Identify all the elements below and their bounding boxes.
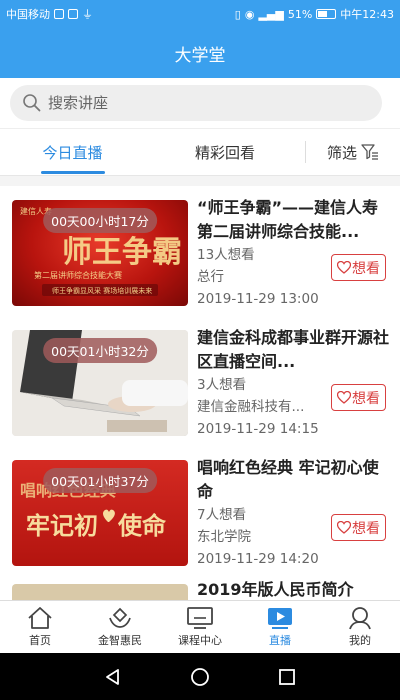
svg-text:第二届讲师综合技能大赛: 第二届讲师综合技能大赛 — [34, 270, 122, 280]
course-thumbnail[interactable]: 建信人寿 师王争霸 第二届讲师综合技能大赛 师王争霸显风采 赛场培训展未来 00… — [12, 200, 188, 306]
svg-text:使命: 使命 — [117, 511, 167, 540]
course-title: 2019年版人民币简介 — [197, 580, 354, 599]
course-item[interactable]: 唱响红色经典 牢记初 使命 00天01小时37分 唱响红色经典 牢记初心使命 7… — [0, 446, 400, 576]
course-info: 建信金科成都事业群开源社区直播空间... 3人想看 建信金融科技有... 201… — [197, 326, 389, 440]
tab-label: 今日直播 — [42, 143, 103, 162]
heart-icon — [337, 261, 351, 274]
tabbar-label: 首页 — [29, 634, 51, 647]
countdown-badge: 00天01小时37分 — [43, 468, 157, 493]
search-box[interactable] — [10, 85, 382, 121]
course-org: 东北学院 — [197, 529, 251, 545]
heart-icon — [337, 521, 351, 534]
clock: 中午12:43 — [340, 8, 394, 21]
search-icon — [23, 94, 41, 112]
tab-today-live[interactable]: 今日直播 — [0, 128, 145, 176]
section-gap — [0, 176, 400, 186]
course-info: 2019年版人民币简介 — [197, 578, 389, 600]
battery-icon — [316, 9, 337, 19]
status-bar: 中国移动 ⏚ ▯ ◉ ▂▄▆ 51% 中午12:43 — [0, 0, 400, 28]
page-title: 大学堂 — [174, 45, 226, 66]
course-org: 建信金融科技有... — [197, 399, 305, 415]
filter-button[interactable]: 筛选 — [306, 142, 400, 163]
course-item[interactable]: 00天01小时32分 建信金科成都事业群开源社区直播空间... 3人想看 建信金… — [0, 316, 400, 446]
want-to-watch-button[interactable]: 想看 — [331, 384, 386, 411]
course-info: 唱响红色经典 牢记初心使命 7人想看 东北学院 2019-11-29 14:20 — [197, 456, 389, 570]
shield-icon — [68, 9, 78, 19]
filter-label: 筛选 — [326, 143, 357, 162]
tab-bar: 今日直播 精彩回看 筛选 — [0, 128, 400, 176]
course-info: “师王争霸”——建信人寿第二届讲师综合技能... 13人想看 总行 2019-1… — [197, 196, 389, 310]
want-label: 想看 — [352, 390, 380, 407]
recent-apps-icon[interactable] — [277, 667, 297, 687]
filter-icon — [361, 144, 378, 160]
home-icon — [28, 607, 52, 629]
countdown-badge: 00天00小时17分 — [43, 208, 157, 233]
heart-icon — [337, 391, 351, 404]
want-to-watch-button[interactable]: 想看 — [331, 254, 386, 281]
tab-label: 精彩回看 — [194, 143, 255, 162]
carrier-text: 中国移动 — [6, 8, 50, 21]
course-title: “师王争霸”——建信人寿第二届讲师综合技能... — [197, 198, 379, 241]
svg-text:师王争霸显风采 赛场培训展未来: 师王争霸显风采 赛场培训展未来 — [52, 286, 152, 295]
course-title: 唱响红色经典 牢记初心使命 — [197, 458, 379, 501]
hands-icon — [109, 607, 131, 628]
svg-text:师王争霸: 师王争霸 — [62, 235, 182, 270]
course-thumbnail[interactable]: 唱响红色经典 牢记初 使命 00天01小时37分 — [12, 460, 188, 566]
course-datetime: 2019-11-29 14:15 — [197, 421, 319, 437]
back-icon[interactable] — [103, 667, 123, 687]
course-item[interactable]: 2019年版人民币简介 — [0, 576, 400, 600]
want-label: 想看 — [352, 260, 380, 277]
tabbar-item-jinzhi[interactable]: 金智惠民 — [80, 601, 160, 653]
tabbar-label: 我的 — [349, 634, 371, 647]
course-thumbnail[interactable]: 00天01小时32分 — [12, 330, 188, 436]
course-list: 建信人寿 师王争霸 第二届讲师综合技能大赛 师王争霸显风采 赛场培训展未来 00… — [0, 186, 400, 600]
countdown-badge: 00天01小时32分 — [43, 338, 157, 363]
course-item[interactable]: 建信人寿 师王争霸 第二届讲师综合技能大赛 师王争霸显风采 赛场培训展未来 00… — [0, 186, 400, 316]
notification-icon — [54, 9, 64, 19]
want-count: 3人想看 — [197, 377, 247, 393]
search-input[interactable] — [48, 94, 348, 112]
bottom-tab-bar: 首页 金智惠民 课程中心 直播 我的 — [0, 600, 400, 653]
vibrate-icon: ▯ — [234, 7, 241, 21]
usb-icon: ⏚ — [82, 8, 93, 21]
home-circle-icon[interactable] — [190, 667, 210, 687]
tabbar-item-mine[interactable]: 我的 — [320, 601, 400, 653]
eye-icon: ◉ — [244, 7, 255, 21]
course-thumbnail[interactable] — [12, 584, 188, 600]
user-icon — [349, 607, 371, 630]
want-count: 13人想看 — [197, 247, 255, 263]
svg-text:牢记初: 牢记初 — [26, 511, 98, 540]
course-datetime: 2019-11-29 14:20 — [197, 551, 319, 567]
want-count: 7人想看 — [197, 507, 247, 523]
course-org: 总行 — [197, 269, 224, 285]
app-header: 大学堂 — [0, 28, 400, 78]
course-title: 建信金科成都事业群开源社区直播空间... — [197, 328, 389, 371]
course-datetime: 2019-11-29 13:00 — [197, 291, 319, 307]
want-to-watch-button[interactable]: 想看 — [331, 514, 386, 541]
system-nav-bar — [0, 653, 400, 700]
tabbar-label: 课程中心 — [178, 634, 222, 647]
tabbar-item-course-center[interactable]: 课程中心 — [160, 601, 240, 653]
search-bar — [0, 78, 400, 128]
want-label: 想看 — [352, 520, 380, 537]
tabbar-label: 直播 — [269, 634, 291, 647]
tabbar-item-live[interactable]: 直播 — [240, 601, 320, 653]
tabbar-item-home[interactable]: 首页 — [0, 601, 80, 653]
battery-percent: 51% — [287, 7, 313, 21]
tab-replay[interactable]: 精彩回看 — [145, 128, 305, 176]
play-icon — [268, 608, 292, 629]
tabbar-label: 金智惠民 — [98, 634, 142, 647]
monitor-icon — [187, 607, 213, 629]
signal-icon: ▂▄▆ — [258, 7, 284, 21]
